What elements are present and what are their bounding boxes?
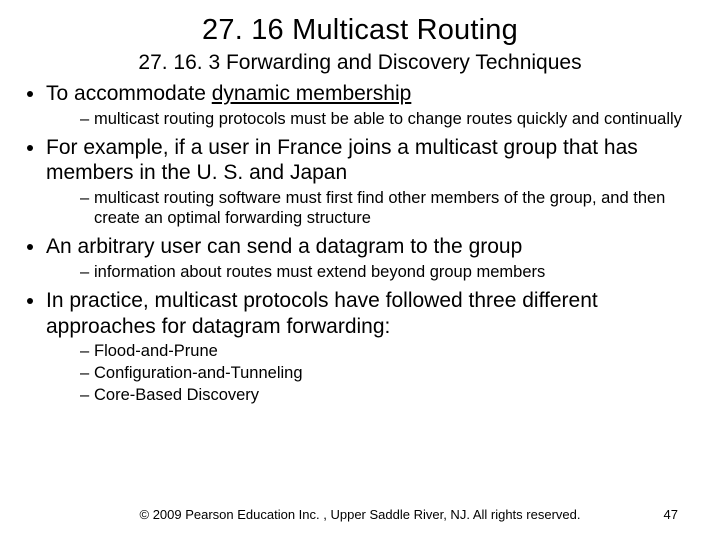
sub-list: multicast routing software must first fi… bbox=[46, 188, 692, 228]
bullet-text: An arbitrary user can send a datagram to… bbox=[46, 235, 522, 258]
bullet-emph: dynamic membership bbox=[212, 82, 412, 105]
sub-item: multicast routing software must first fi… bbox=[80, 188, 692, 228]
bullet-item: An arbitrary user can send a datagram to… bbox=[46, 234, 692, 282]
sub-item: information about routes must extend bey… bbox=[80, 262, 692, 282]
bullet-item: To accommodate dynamic membership multic… bbox=[46, 81, 692, 129]
sub-item: Core-Based Discovery bbox=[80, 385, 692, 405]
footer-copyright: © 2009 Pearson Education Inc. , Upper Sa… bbox=[0, 507, 720, 522]
bullet-text: For example, if a user in France joins a… bbox=[46, 136, 638, 185]
bullet-text: To accommodate bbox=[46, 82, 212, 105]
sub-item: Flood-and-Prune bbox=[80, 341, 692, 361]
slide: 27. 16 Multicast Routing 27. 16. 3 Forwa… bbox=[0, 0, 720, 540]
sub-item: Configuration-and-Tunneling bbox=[80, 363, 692, 383]
slide-title: 27. 16 Multicast Routing bbox=[28, 14, 692, 47]
sub-list: information about routes must extend bey… bbox=[46, 262, 692, 282]
bullet-item: For example, if a user in France joins a… bbox=[46, 135, 692, 228]
bullet-list: To accommodate dynamic membership multic… bbox=[28, 81, 692, 406]
sub-list: Flood-and-Prune Configuration-and-Tunnel… bbox=[46, 341, 692, 405]
sub-item: multicast routing protocols must be able… bbox=[80, 109, 692, 129]
bullet-item: In practice, multicast protocols have fo… bbox=[46, 288, 692, 406]
page-number: 47 bbox=[664, 507, 678, 522]
slide-subtitle: 27. 16. 3 Forwarding and Discovery Techn… bbox=[28, 51, 692, 75]
bullet-text: In practice, multicast protocols have fo… bbox=[46, 289, 598, 338]
sub-list: multicast routing protocols must be able… bbox=[46, 109, 692, 129]
